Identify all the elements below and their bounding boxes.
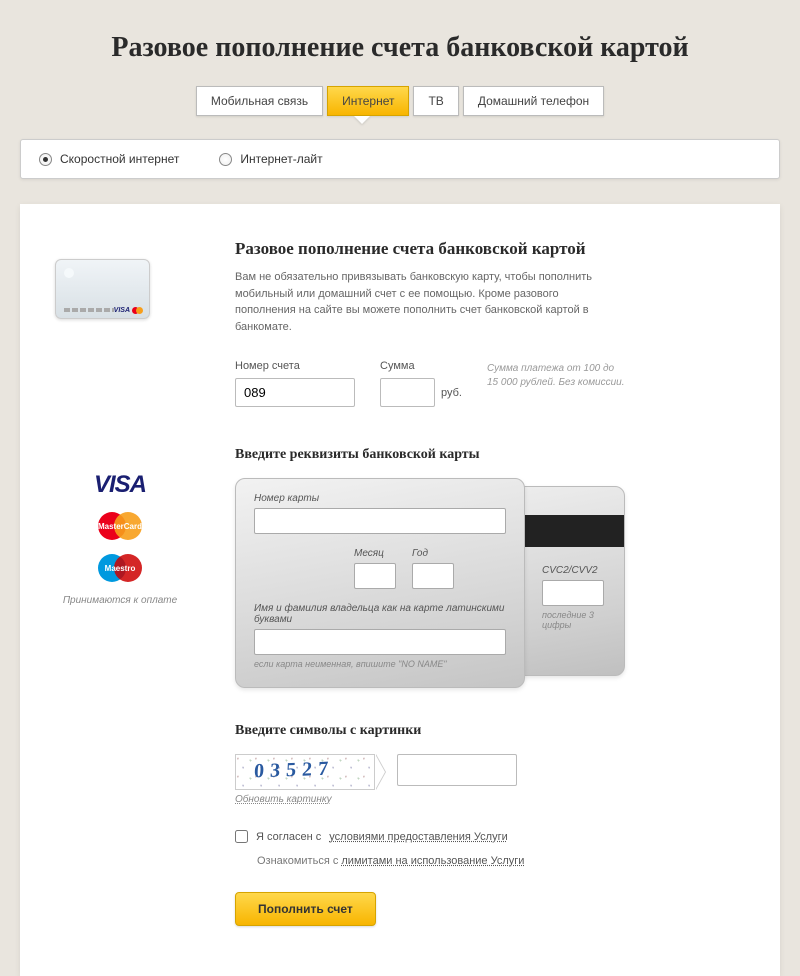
agree-prefix: Я согласен с <box>256 831 321 843</box>
payment-form: VISA VISA MasterCard Maestro Принимаются… <box>20 204 780 976</box>
tab-home-phone[interactable]: Домашний телефон <box>463 86 604 116</box>
captcha-sample: 03527 <box>253 758 334 784</box>
limits-link[interactable]: лимитами на использование Услуги <box>341 855 524 867</box>
cvc-input[interactable] <box>542 580 604 606</box>
account-input[interactable] <box>235 378 355 407</box>
amount-label: Сумма <box>380 360 462 372</box>
tab-internet[interactable]: Интернет <box>327 86 409 116</box>
limits-prefix: Ознакомиться с <box>257 855 341 867</box>
card-name-input[interactable] <box>254 629 506 655</box>
form-intro: Вам не обязательно привязывать банковску… <box>235 269 615 335</box>
card-year-input[interactable] <box>412 563 454 589</box>
arrow-right-icon <box>375 754 385 790</box>
tab-pointer-icon <box>354 116 370 124</box>
radio-fast-internet[interactable]: Скоростной интернет <box>39 152 179 166</box>
maestro-logo-icon: Maestro <box>60 553 180 583</box>
page-title: Разовое пополнение счета банковской карт… <box>0 0 800 86</box>
service-tabs: Мобильная связь Интернет ТВ Домашний тел… <box>0 86 800 116</box>
card-number-input[interactable] <box>254 508 506 534</box>
card-front: Номер карты Месяц Год <box>235 478 525 688</box>
radio-label: Интернет-лайт <box>240 152 322 166</box>
cvc-hint: последние 3 цифры <box>542 610 612 630</box>
card-name-label: Имя и фамилия владельца как на карте лат… <box>254 603 506 625</box>
amount-hint: Сумма платежа от 100 до 15 000 рублей. Б… <box>487 362 627 390</box>
form-title: Разовое пополнение счета банковской карт… <box>235 239 740 259</box>
accepted-cards: VISA MasterCard Maestro Принимаются к оп… <box>60 459 180 606</box>
card-name-hint: если карта неименная, впишите "NO NAME" <box>254 659 506 671</box>
radio-icon <box>39 153 52 166</box>
mastercard-logo-icon: MasterCard <box>60 511 180 541</box>
account-label: Номер счета <box>235 360 355 372</box>
card-year-label: Год <box>412 548 454 559</box>
tab-tv[interactable]: ТВ <box>413 86 458 116</box>
tab-mobile[interactable]: Мобильная связь <box>196 86 323 116</box>
card-month-label: Месяц <box>354 548 396 559</box>
internet-type-radio-group: Скоростной интернет Интернет-лайт <box>20 139 780 179</box>
currency-label: руб. <box>441 387 462 399</box>
visa-logo-icon: VISA <box>60 471 180 499</box>
captcha-title: Введите символы с картинки <box>235 723 740 739</box>
captcha-image: 03527 <box>235 754 375 790</box>
agree-checkbox[interactable] <box>235 830 248 843</box>
card-illustration-icon: VISA <box>55 259 150 319</box>
terms-link[interactable]: условиями предоставления Услуги <box>329 831 507 843</box>
radio-label: Скоростной интернет <box>60 152 179 166</box>
radio-icon <box>219 153 232 166</box>
submit-button[interactable]: Пополнить счет <box>235 892 376 926</box>
card-number-label: Номер карты <box>254 493 506 504</box>
amount-input[interactable] <box>380 378 435 407</box>
captcha-refresh-link[interactable]: Обновить картинку <box>235 794 332 805</box>
card-month-input[interactable] <box>354 563 396 589</box>
captcha-input[interactable] <box>397 754 517 786</box>
cvc-label: CVC2/CVV2 <box>542 565 612 576</box>
card-section-title: Введите реквизиты банковской карты <box>235 447 740 463</box>
accepted-text: Принимаются к оплате <box>60 595 180 606</box>
radio-internet-lite[interactable]: Интернет-лайт <box>219 152 322 166</box>
